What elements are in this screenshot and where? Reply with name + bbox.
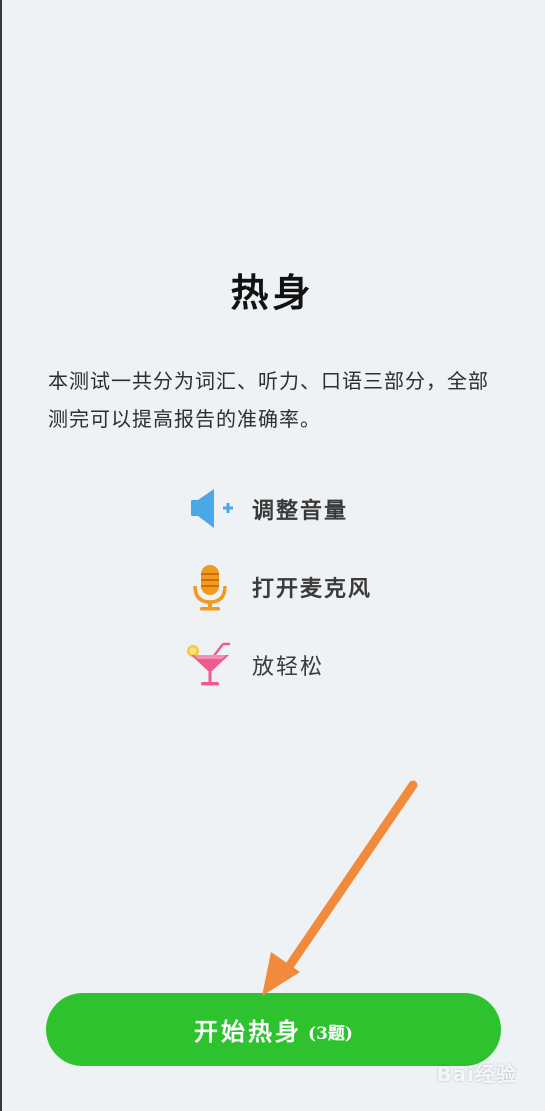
watermark-logo: Bai经验 bbox=[436, 1062, 517, 1086]
annotation-arrow-icon bbox=[262, 780, 418, 996]
